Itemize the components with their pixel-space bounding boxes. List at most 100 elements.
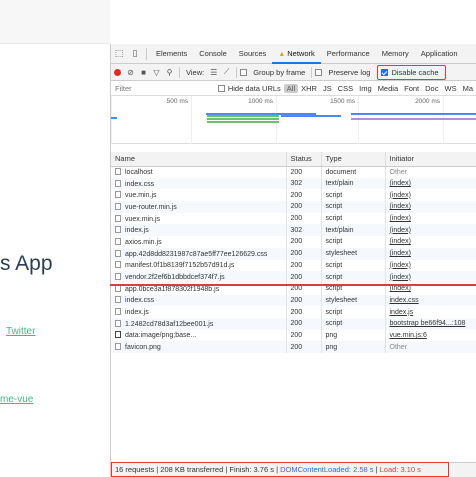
filter-type-media[interactable]: Media — [375, 84, 401, 93]
group-by-frame-checkbox[interactable] — [240, 68, 248, 76]
large-rows-button[interactable]: ☰ — [207, 64, 220, 81]
awesome-vue-link[interactable]: me-vue — [0, 394, 33, 405]
request-name-cell[interactable]: index.css — [111, 294, 287, 307]
timeline-bar — [351, 113, 476, 115]
request-type: script — [321, 259, 386, 272]
inspect-element-icon[interactable]: ⬚ — [111, 44, 127, 64]
timeline-bar — [281, 115, 341, 117]
group-by-frame-label: Group by frame — [253, 67, 306, 77]
tab-console[interactable]: Console — [193, 44, 233, 64]
table-row[interactable]: favicon.png 200 png Other — [111, 341, 476, 353]
hide-data-urls-checkbox[interactable] — [217, 84, 225, 92]
table-row[interactable]: vue.min.js 200 script (index) — [111, 189, 476, 202]
filter-button[interactable]: ▽ — [150, 64, 163, 81]
request-name-cell[interactable]: vendor.2f2ef6b1dbbdcef374f7.js — [111, 271, 287, 283]
clear-button[interactable]: ⊘ — [124, 64, 137, 81]
twitter-link[interactable]: Twitter — [6, 326, 35, 337]
request-initiator[interactable]: (index) — [385, 259, 476, 272]
file-icon — [115, 343, 121, 351]
file-icon — [115, 237, 121, 245]
request-initiator[interactable]: (index) — [385, 212, 476, 225]
tab-memory[interactable]: Memory — [376, 44, 415, 64]
device-toolbar-icon[interactable]: ▯ — [127, 44, 143, 64]
column-name[interactable]: Name — [111, 152, 287, 167]
request-initiator[interactable]: index.css — [385, 294, 476, 307]
request-type: png — [321, 329, 386, 342]
filter-type-font[interactable]: Font — [401, 84, 422, 93]
request-name-cell[interactable]: favicon.png — [111, 341, 287, 353]
table-row[interactable]: index.css 200 stylesheet index.css — [111, 294, 476, 307]
request-initiator[interactable]: vue.min.js:6 — [385, 329, 476, 342]
request-name-cell[interactable]: vue-router.min.js — [111, 201, 287, 213]
table-row[interactable]: manifest.0f1b8139f7152b57d91d.js 200 scrip… — [111, 259, 476, 272]
request-type: script — [321, 212, 386, 225]
request-name-cell[interactable]: manifest.0f1b8139f7152b57d91d.js — [111, 259, 287, 272]
request-name: data:image/png;base... — [125, 332, 197, 340]
vendor-row-underline — [110, 284, 476, 286]
network-request-table: Name Status Type Initiator localhost 200 d… — [111, 152, 476, 353]
filter-type-all[interactable]: All — [283, 83, 299, 93]
request-name-cell[interactable]: index.css — [111, 177, 287, 190]
request-name-cell[interactable]: index.js — [111, 306, 287, 318]
search-button[interactable]: ⚲ — [163, 64, 176, 81]
column-status[interactable]: Status — [286, 152, 322, 167]
tab-sources[interactable]: Sources — [233, 44, 273, 64]
request-name: 1.2482cd78d3af12bee001.js — [125, 320, 214, 328]
request-initiator[interactable]: (index) — [385, 236, 476, 248]
request-initiator[interactable]: (index) — [385, 177, 476, 190]
request-name-cell[interactable]: vuex.min.js — [111, 212, 287, 225]
table-row[interactable]: index.js 302 text/plain (index) — [111, 224, 476, 237]
filter-type-manifest[interactable]: Ma — [460, 84, 476, 93]
request-name-cell[interactable]: 1.2482cd78d3af12bee001.js — [111, 317, 287, 330]
filter-type-doc[interactable]: Doc — [422, 84, 441, 93]
column-type[interactable]: Type — [321, 152, 386, 167]
request-status: 200 — [286, 212, 322, 225]
request-initiator[interactable]: index.js — [385, 306, 476, 318]
filter-input[interactable] — [111, 83, 214, 93]
table-row[interactable]: axios.min.js 200 script (index) — [111, 236, 476, 248]
tab-performance[interactable]: Performance — [321, 44, 376, 64]
filter-type-css[interactable]: CSS — [335, 84, 356, 93]
request-initiator[interactable]: (index) — [385, 189, 476, 202]
request-initiator[interactable]: bootstrap be66f94...:108 — [385, 317, 476, 330]
request-initiator[interactable]: (index) — [385, 271, 476, 283]
request-status: 200 — [286, 306, 322, 318]
tab-application[interactable]: Application — [415, 44, 464, 64]
request-type: script — [321, 317, 386, 330]
record-button[interactable] — [111, 64, 124, 81]
timeline-bar — [207, 115, 279, 117]
table-row[interactable]: app.42d8dd8231987c87ae5ff77ee126629.css 2… — [111, 247, 476, 260]
request-initiator[interactable]: (index) — [385, 247, 476, 260]
tab-elements[interactable]: Elements — [150, 44, 193, 64]
table-row[interactable]: 1.2482cd78d3af12bee001.js 200 script bootst… — [111, 317, 476, 330]
request-name-cell[interactable]: axios.min.js — [111, 236, 287, 248]
table-row[interactable]: vue-router.min.js 200 script (index) — [111, 201, 476, 213]
preserve-log-checkbox[interactable] — [315, 68, 323, 76]
disable-cache-checkbox[interactable] — [381, 68, 389, 76]
request-name-cell[interactable]: app.42d8dd8231987c87ae5ff77ee126629.css — [111, 247, 287, 260]
table-row[interactable]: index.js 200 script index.js — [111, 306, 476, 318]
table-row[interactable]: index.css 302 text/plain (index) — [111, 177, 476, 190]
filter-type-xhr[interactable]: XHR — [298, 84, 320, 93]
tab-network[interactable]: ▲ Network — [272, 44, 321, 64]
request-initiator[interactable]: (index) — [385, 201, 476, 213]
filter-type-img[interactable]: Img — [356, 84, 375, 93]
filter-type-ws[interactable]: WS — [441, 84, 459, 93]
waterfall-button[interactable]: ⟋ — [220, 64, 233, 81]
network-overview-timeline[interactable]: 500 ms 1000 ms 1500 ms 2000 ms — [111, 96, 476, 144]
table-row[interactable]: localhost 200 document Other — [111, 166, 476, 178]
request-initiator[interactable]: (index) — [385, 224, 476, 237]
table-row[interactable]: vendor.2f2ef6b1dbbdcef374f7.js 200 script(… — [111, 271, 476, 283]
file-icon — [115, 284, 121, 292]
screenshot-button[interactable]: ■ — [137, 64, 150, 81]
request-name-cell[interactable]: vue.min.js — [111, 189, 287, 202]
request-name-cell[interactable]: data:image/png;base... — [111, 329, 287, 342]
filter-type-js[interactable]: JS — [320, 84, 335, 93]
request-status: 200 — [286, 236, 322, 248]
column-initiator[interactable]: Initiator — [385, 152, 476, 167]
request-name-cell[interactable]: index.js — [111, 224, 287, 237]
request-name-cell[interactable]: localhost — [111, 166, 287, 178]
table-row[interactable]: vuex.min.js 200 script (index) — [111, 212, 476, 225]
file-icon — [115, 191, 121, 199]
table-row[interactable]: data:image/png;base... 200 png vue.min.js:6 — [111, 329, 476, 342]
